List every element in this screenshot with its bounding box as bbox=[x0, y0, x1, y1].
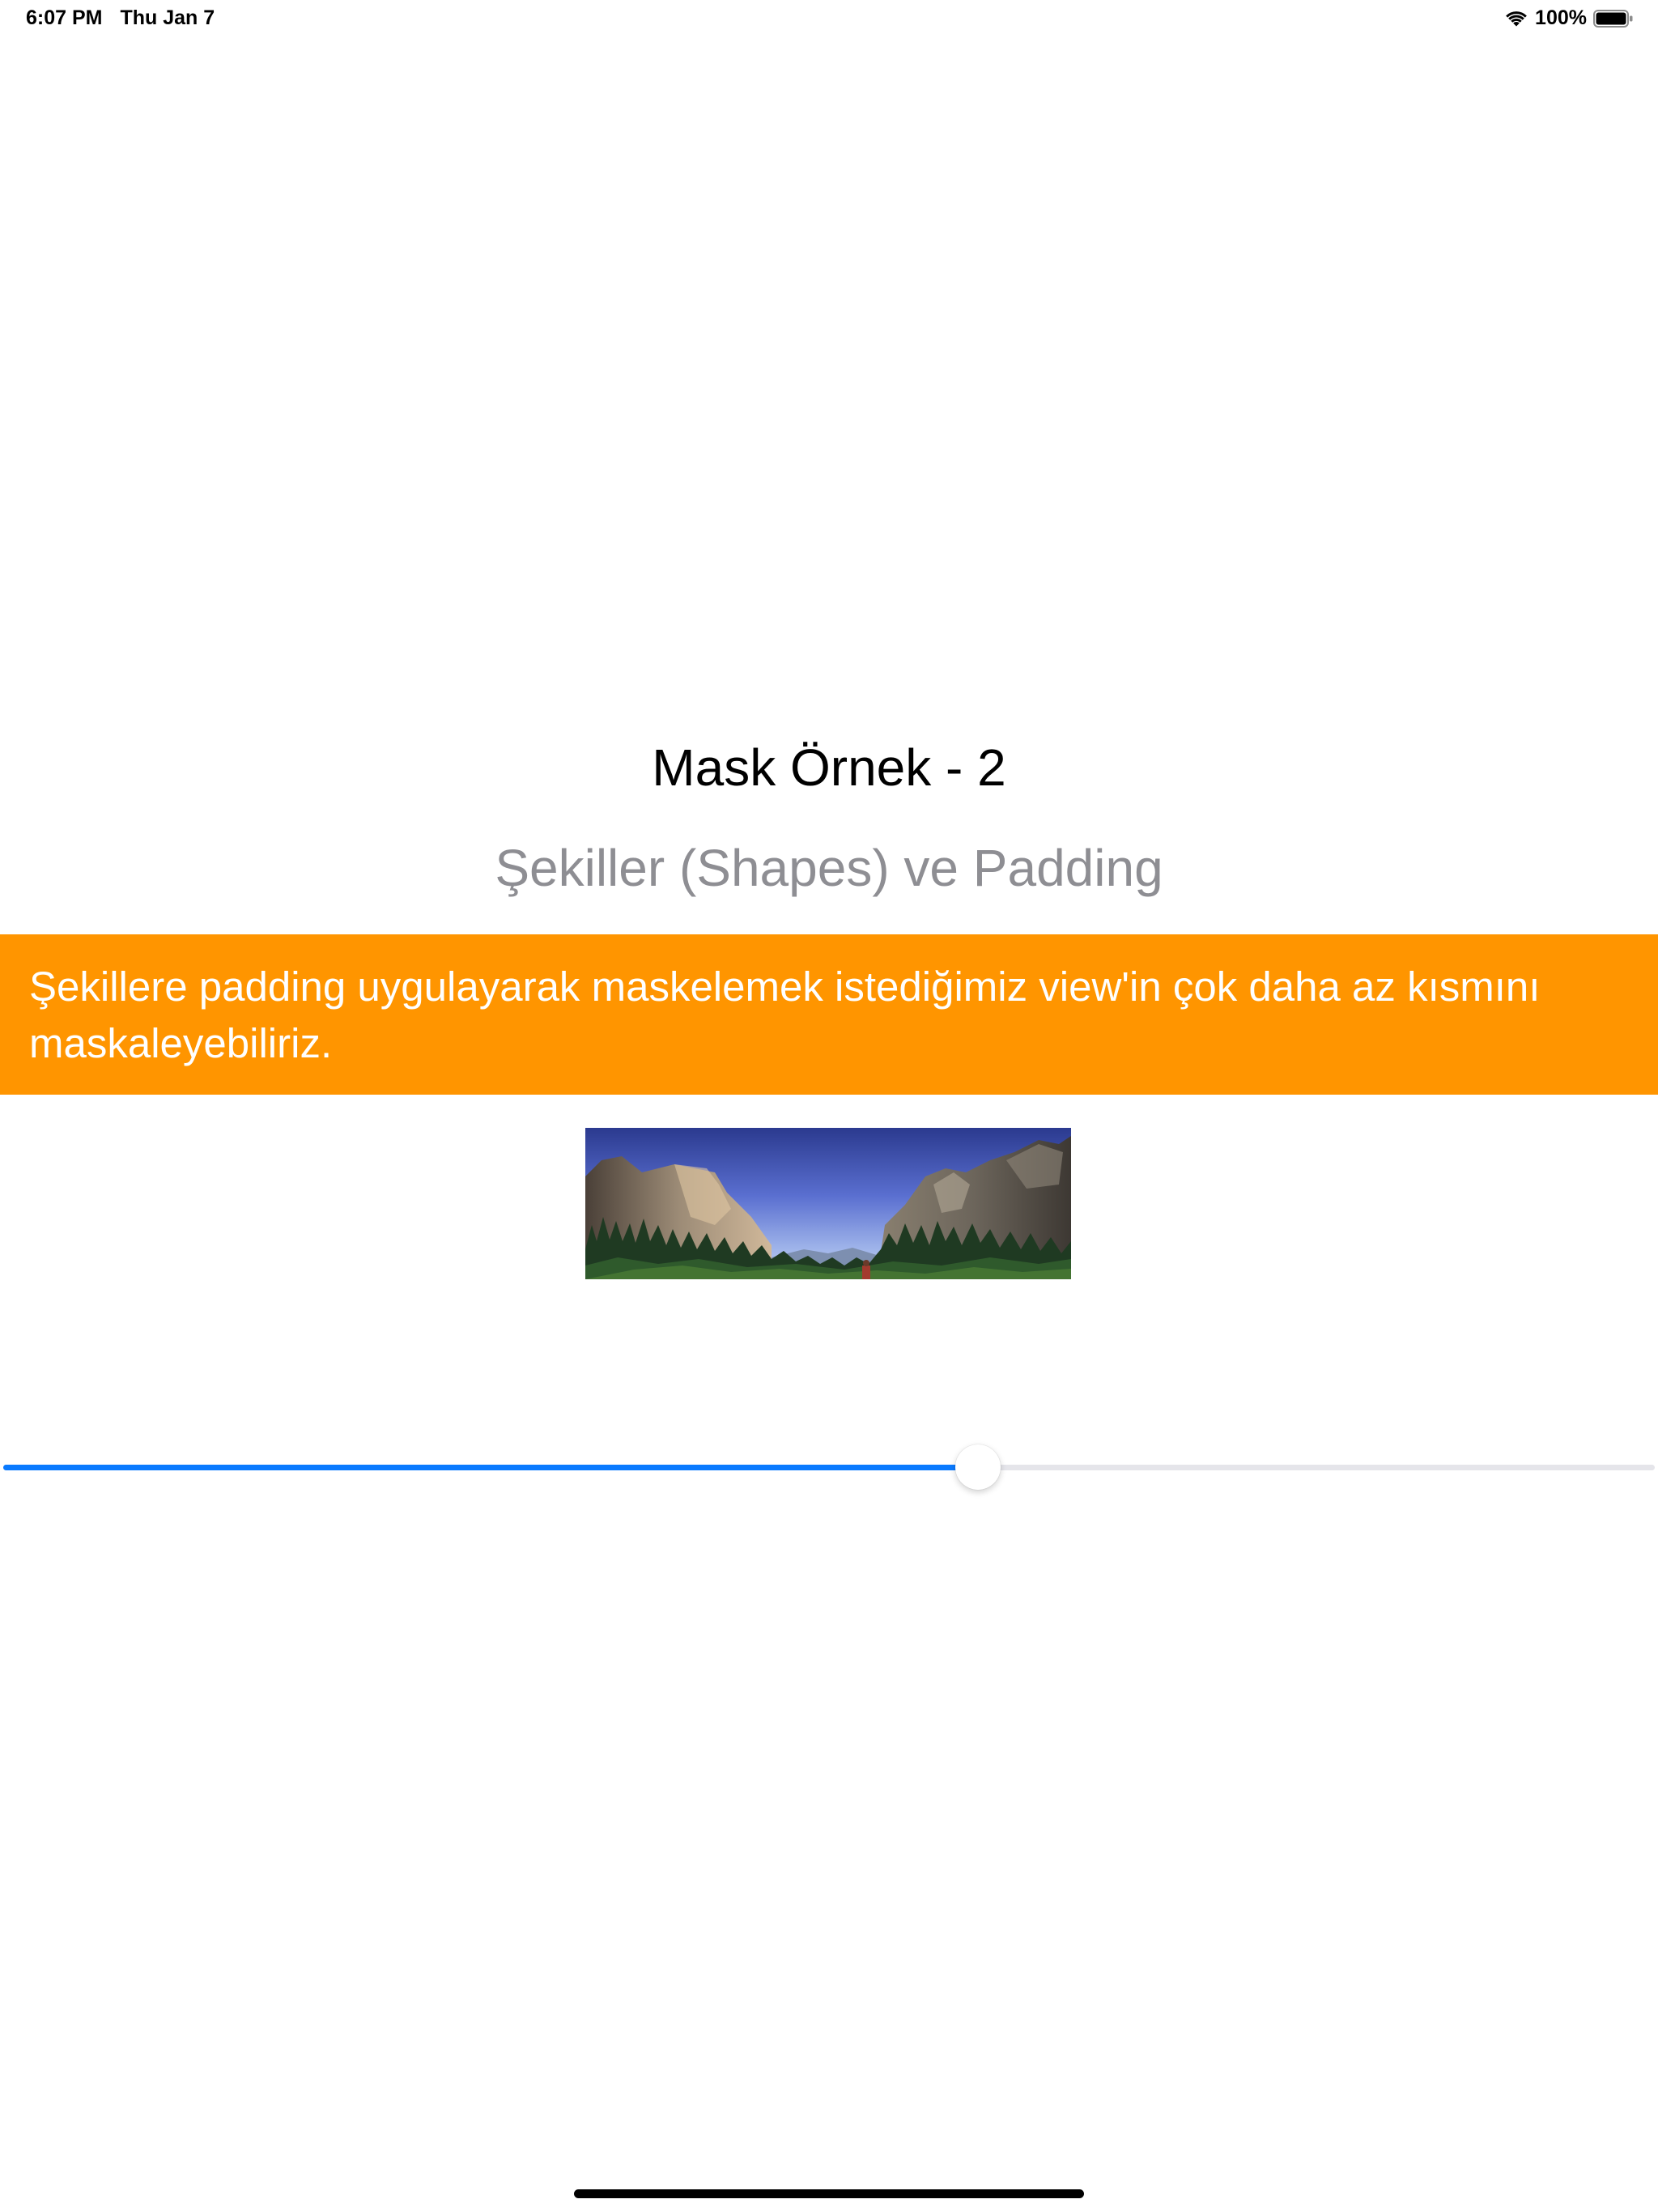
status-bar: 6:07 PM Thu Jan 7 100% bbox=[0, 0, 1658, 39]
slider-thumb[interactable] bbox=[954, 1444, 1001, 1490]
screen: 6:07 PM Thu Jan 7 100% Mask Örnek - 2 Şe… bbox=[0, 0, 1658, 2212]
battery-icon bbox=[1593, 9, 1633, 28]
banner-text: Şekillere padding uygulayarak maskelemek… bbox=[29, 963, 1541, 1066]
page-subtitle: Şekiller (Shapes) ve Padding bbox=[495, 839, 1163, 897]
status-left: 6:07 PM Thu Jan 7 bbox=[26, 6, 215, 30]
status-time: 6:07 PM bbox=[26, 6, 103, 29]
wifi-icon bbox=[1506, 11, 1527, 26]
slider-fill bbox=[3, 1465, 978, 1470]
page-title: Mask Örnek - 2 bbox=[652, 738, 1006, 797]
battery-percentage: 100% bbox=[1535, 6, 1587, 29]
landscape-photo bbox=[585, 1128, 1071, 1279]
home-indicator[interactable] bbox=[574, 2189, 1084, 2198]
info-banner: Şekillere padding uygulayarak maskelemek… bbox=[0, 934, 1658, 1095]
status-date: Thu Jan 7 bbox=[120, 6, 215, 29]
status-right: 100% bbox=[1504, 6, 1634, 30]
padding-slider[interactable] bbox=[0, 1441, 1658, 1493]
